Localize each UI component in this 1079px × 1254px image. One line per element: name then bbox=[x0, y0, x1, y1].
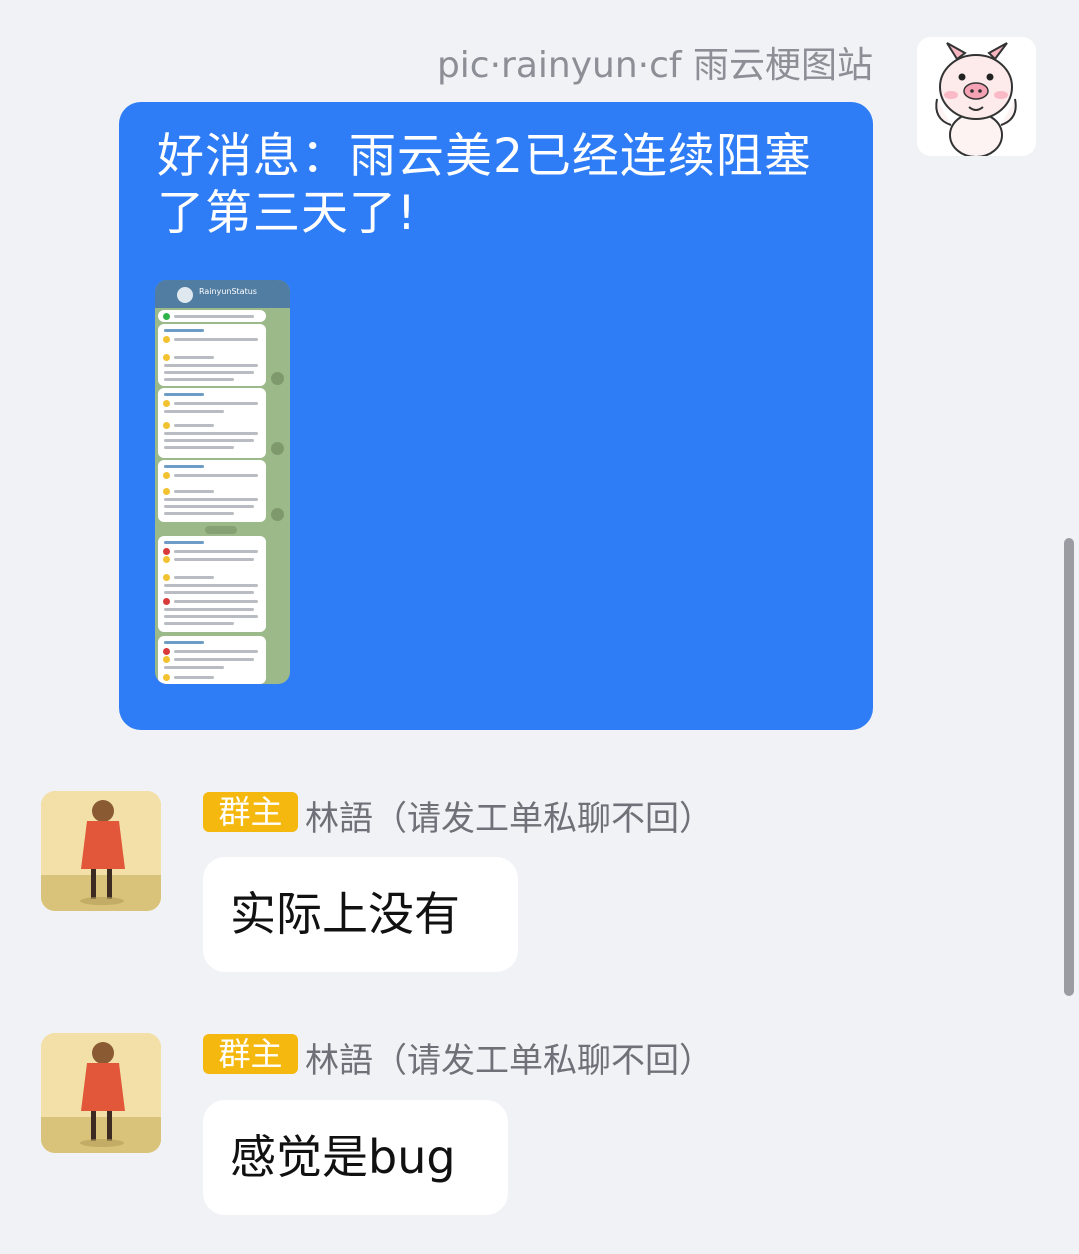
girl-avatar-icon bbox=[41, 791, 161, 911]
role-badge-owner: 群主 bbox=[203, 792, 298, 832]
sender-name-self: pic·rainyun·cf 雨云梗图站 bbox=[436, 45, 873, 86]
avatar-group-owner[interactable] bbox=[41, 1033, 161, 1153]
message-bubble-self[interactable]: 好消息：雨云美2已经连续阻塞了第三天了! RainyunStatus bbox=[119, 102, 873, 730]
attachment-card bbox=[158, 388, 266, 458]
attachment-card bbox=[158, 324, 266, 386]
forward-icon bbox=[271, 372, 284, 385]
message-text: 实际上没有 bbox=[230, 887, 460, 941]
message-text: 感觉是bug bbox=[230, 1130, 456, 1184]
forward-icon bbox=[271, 508, 284, 521]
attachment-card bbox=[158, 460, 266, 522]
channel-avatar-icon bbox=[177, 287, 193, 303]
forward-icon bbox=[271, 442, 284, 455]
sender-name[interactable]: 林語（请发工单私聊不回） bbox=[305, 791, 713, 840]
message-bubble[interactable]: 实际上没有 bbox=[203, 857, 518, 972]
avatar-self-pig[interactable] bbox=[917, 37, 1036, 156]
message-text-self: 好消息：雨云美2已经连续阻塞了第三天了! bbox=[157, 129, 812, 241]
attachment-card bbox=[158, 310, 266, 322]
date-pill bbox=[205, 526, 237, 534]
sender-name[interactable]: 林語（请发工单私聊不回） bbox=[305, 1033, 713, 1082]
attachment-screenshot[interactable]: RainyunStatus bbox=[155, 280, 290, 684]
avatar-group-owner[interactable] bbox=[41, 791, 161, 911]
attachment-header: RainyunStatus bbox=[155, 280, 290, 308]
attachment-card bbox=[158, 636, 266, 684]
message-bubble[interactable]: 感觉是bug bbox=[203, 1100, 508, 1215]
scrollbar-thumb[interactable] bbox=[1064, 538, 1074, 996]
pig-sticker-icon bbox=[917, 37, 1036, 156]
attachment-channel-name: RainyunStatus bbox=[199, 287, 257, 296]
girl-avatar-icon bbox=[41, 1033, 161, 1153]
attachment-card bbox=[158, 536, 266, 632]
role-badge-owner: 群主 bbox=[203, 1034, 298, 1074]
